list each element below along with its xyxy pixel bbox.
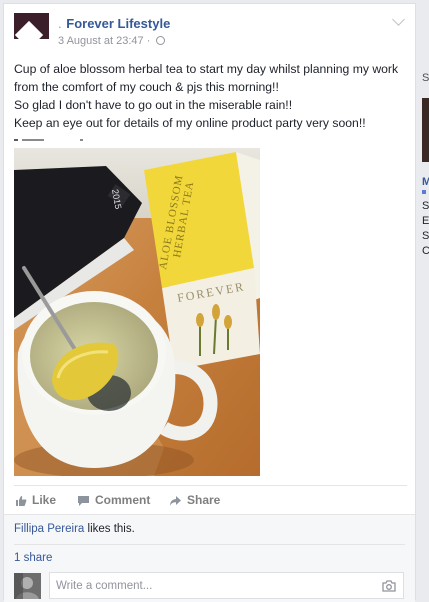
thumbs-up-icon: [16, 496, 27, 506]
post-card: . Forever Lifestyle 3 August at 23:47 · …: [3, 3, 416, 602]
post-text-line: So glad I don't have to go out in the mi…: [14, 98, 293, 112]
post-timestamp[interactable]: 3 August at 23:47: [58, 35, 144, 47]
page-avatar[interactable]: [14, 13, 49, 48]
sidebar-thumbnail[interactable]: [422, 98, 429, 162]
sidebar-dot: [422, 190, 426, 194]
comment-input[interactable]: [50, 573, 382, 598]
comment-icon: [78, 496, 89, 506]
meta-separator: ·: [146, 35, 151, 47]
post-text-line: Cup of aloe blossom herbal tea to start …: [14, 62, 399, 76]
divider: [14, 544, 405, 545]
post-photo[interactable]: 2015 ALOE BLOSSOM HERBAL TEA FOREVER: [14, 148, 260, 476]
share-button[interactable]: Share: [169, 493, 220, 507]
sidebar-letter: E: [422, 215, 429, 227]
likes-suffix: likes this.: [84, 523, 135, 535]
post-text-line: from the comfort of my couch & pjs this …: [14, 80, 279, 94]
like-button[interactable]: Like: [15, 493, 56, 507]
name-prefix: .: [58, 16, 62, 31]
chevron-down-icon[interactable]: [392, 13, 405, 26]
sidebar-letter: S: [422, 72, 429, 84]
page-name-link[interactable]: . Forever Lifestyle: [58, 16, 170, 31]
likes-summary: Fillipa Pereira likes this.: [14, 523, 135, 535]
like-label: Like: [32, 493, 57, 507]
share-arrow-icon: [170, 496, 181, 506]
post-meta: 3 August at 23:47 ·: [58, 35, 166, 47]
camera-icon[interactable]: [382, 579, 396, 597]
post-text-truncated-line: [14, 132, 409, 141]
sidebar-letter[interactable]: M: [422, 176, 429, 188]
comment-box[interactable]: [49, 572, 404, 599]
shares-link[interactable]: 1 share: [14, 552, 52, 564]
globe-icon[interactable]: [156, 36, 166, 45]
page-name[interactable]: Forever Lifestyle: [66, 16, 170, 31]
liker-link[interactable]: Fillipa Pereira: [14, 523, 84, 535]
post-text: Cup of aloe blossom herbal tea to start …: [14, 60, 409, 141]
share-label: Share: [187, 493, 221, 507]
comment-label: Comment: [95, 493, 151, 507]
sidebar-letter: S: [422, 200, 429, 212]
post-text-line: Keep an eye out for details of my online…: [14, 116, 366, 130]
divider: [14, 485, 407, 486]
comment-button[interactable]: Comment: [77, 493, 150, 507]
commenter-avatar[interactable]: [14, 573, 41, 599]
sidebar-letter: S: [422, 230, 429, 242]
right-sidebar: S M S E S C: [419, 0, 429, 600]
sidebar-letter: C: [422, 245, 429, 257]
social-section: Fillipa Pereira likes this. 1 share: [4, 514, 415, 602]
